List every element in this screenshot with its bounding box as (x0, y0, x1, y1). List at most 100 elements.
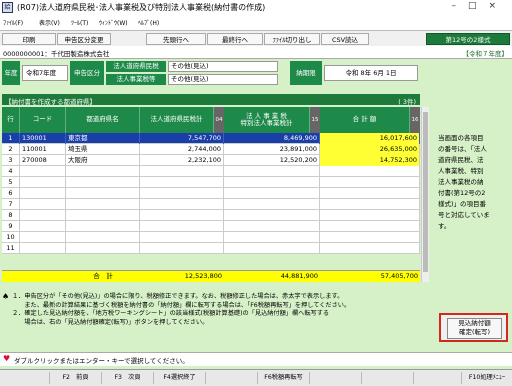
table-row[interactable]: 2 110001 埼玉県 2,744,000 23,891,000 26,635… (2, 144, 420, 155)
confirm-estimate-highlight: 見込納付額 確定(転写) (439, 313, 508, 342)
menu-help[interactable]: ﾍﾙﾌﾟ(H) (138, 18, 159, 27)
cell-total: 16,017,600 (320, 133, 420, 144)
minimize-icon[interactable]: – (451, 1, 468, 11)
csv-import-button[interactable]: CSV読込 (321, 33, 369, 45)
record-count: ( 3件) (398, 98, 416, 106)
menu-view[interactable]: 表示(V) (39, 18, 60, 27)
cell-enterprise-tax (224, 243, 320, 254)
total-amount: 57,405,700 (380, 272, 418, 280)
col-no-16: 16 (410, 107, 420, 133)
cell-code: 130001 (20, 133, 66, 144)
fkey-blank (414, 372, 462, 384)
cell-row: 4 (2, 166, 20, 177)
cell-total (320, 188, 420, 199)
cell-residence-tax (140, 221, 224, 232)
status-bar: ♥ ダブルクリックまたはエンター・キーで選択してください。 (0, 352, 512, 366)
nendo-value[interactable]: 令和7年度 (22, 65, 68, 81)
cell-residence-tax (140, 199, 224, 210)
due-label: 納期限 (290, 61, 322, 85)
table-row[interactable]: 4 (2, 166, 420, 177)
f2-prev-page-button[interactable]: F2 前頁 (50, 372, 102, 384)
confirm-estimate-label-1: 見込納付額 (458, 319, 491, 327)
cell-pref (66, 232, 140, 243)
table-row[interactable]: 9 (2, 221, 420, 232)
f10-menu-button[interactable]: F10処理ﾒﾆｭｰ (462, 372, 512, 384)
cell-total (320, 243, 420, 254)
cell-code (20, 243, 66, 254)
table-scrollbar[interactable] (421, 107, 429, 282)
note-line: ２．確定した見込納付額を、「地方税ワーキングシート」の該当様式(税額計算基礎)の… (12, 310, 330, 317)
cell-enterprise-tax (224, 188, 320, 199)
cell-code (20, 188, 66, 199)
tax1-label: 法人道府県民税 (106, 61, 166, 72)
cell-total (320, 166, 420, 177)
cell-total (320, 232, 420, 243)
cell-enterprise-tax (224, 177, 320, 188)
cell-residence-tax: 7,547,700 (140, 133, 224, 144)
cell-row: 1 (2, 133, 20, 144)
table-row[interactable]: 7 (2, 199, 420, 210)
cell-row: 2 (2, 144, 20, 155)
due-date-value[interactable]: 令和 8年 6月 1日 (324, 65, 418, 81)
side-note-line: 道府県民税、法 (438, 156, 484, 164)
cell-enterprise-tax: 23,891,000 (224, 144, 320, 155)
f4-end-selection-button[interactable]: F4選択終了 (154, 372, 206, 384)
declaration-change-button[interactable]: 申告区分変更 (57, 33, 111, 45)
col-enterprise-tax: 法 人 事 業 税 特別法人事業税計 (224, 107, 310, 133)
heart-icon: ♥ (3, 354, 11, 363)
print-button[interactable]: 印刷 (2, 33, 56, 45)
side-note-line: 当画面の各項目 (438, 134, 484, 142)
cell-enterprise-tax (224, 221, 320, 232)
cell-code (20, 177, 66, 188)
menu-tools[interactable]: ﾂｰﾙ(T) (71, 18, 88, 27)
cell-pref (66, 177, 140, 188)
cell-enterprise-tax (224, 199, 320, 210)
side-note-line: 人事業税、特別 (438, 167, 484, 175)
file-export-button[interactable]: ﾌｧｲﾙ切り出し (264, 33, 320, 45)
tax2-value[interactable]: その他(見込) (168, 74, 278, 85)
table-row[interactable]: 8 (2, 210, 420, 221)
cell-residence-tax: 2,232,100 (140, 155, 224, 166)
table-row[interactable]: 6 (2, 188, 420, 199)
scrollbar-thumb[interactable] (423, 112, 428, 272)
menu-file[interactable]: ﾌｧｲﾙ(F) (3, 18, 23, 27)
cell-enterprise-tax (224, 210, 320, 221)
cell-code (20, 210, 66, 221)
table-row[interactable]: 5 (2, 177, 420, 188)
table-row[interactable]: 11 (2, 243, 420, 254)
cell-code: 110001 (20, 144, 66, 155)
table-row[interactable]: 1 130001 東京都 7,547,700 8,469,900 16,017,… (2, 133, 420, 144)
window-controls[interactable]: –□× (451, 1, 508, 11)
col-no-04: 04 (214, 107, 224, 133)
cell-code (20, 232, 66, 243)
tax1-value[interactable]: その他(見込) (168, 61, 278, 72)
form-name-tab[interactable]: 第12号の2様式 (426, 33, 510, 45)
first-row-button[interactable]: 先頭行へ (146, 33, 206, 45)
cell-row: 9 (2, 221, 20, 232)
cell-residence-tax (140, 243, 224, 254)
cell-residence-tax (140, 210, 224, 221)
section-title: 【納付書を作成する都道府県】 (5, 98, 96, 106)
close-icon[interactable]: × (488, 1, 508, 11)
cell-row: 3 (2, 155, 20, 166)
cell-pref (66, 221, 140, 232)
table-row[interactable]: 3 270008 大阪府 2,232,100 12,520,200 14,752… (2, 155, 420, 166)
f6-retransfer-button[interactable]: F6税額再転写 (258, 372, 310, 384)
confirm-estimate-label-2: 確定(転写) (458, 328, 491, 336)
note-line: １．申告区分が「その他(見込)」の場合に限り、税額修正できます。なお、税額修正し… (12, 293, 344, 300)
note-line: また、最新の計算結果に基づく税額を納付書の「納付額」欄に転写する場合は、「F6税… (12, 301, 351, 309)
menu-window[interactable]: ｳｨﾝﾄﾞｳ(W) (99, 18, 128, 27)
maximize-icon[interactable]: □ (468, 1, 489, 11)
f3-next-page-button[interactable]: F3 次頁 (102, 372, 154, 384)
cell-enterprise-tax: 12,520,200 (224, 155, 320, 166)
note-line: 場合は、右の「見込納付額確定(転写)」ボタンを押してください。 (12, 318, 209, 326)
cell-residence-tax (140, 232, 224, 243)
last-row-button[interactable]: 最終行へ (207, 33, 263, 45)
table-row[interactable]: 10 (2, 232, 420, 243)
menu-bar: ﾌｧｲﾙ(F) 表示(V) ﾂｰﾙ(T) ｳｨﾝﾄﾞｳ(W) ﾍﾙﾌﾟ(H) (0, 16, 512, 30)
cell-total: 14,752,300 (320, 155, 420, 166)
cell-pref: 埼玉県 (66, 144, 140, 155)
confirm-estimate-button[interactable]: 見込納付額 確定(転写) (447, 318, 502, 339)
fkey-blank (362, 372, 414, 384)
side-note-line: 様式)」の項目番 (438, 200, 487, 208)
